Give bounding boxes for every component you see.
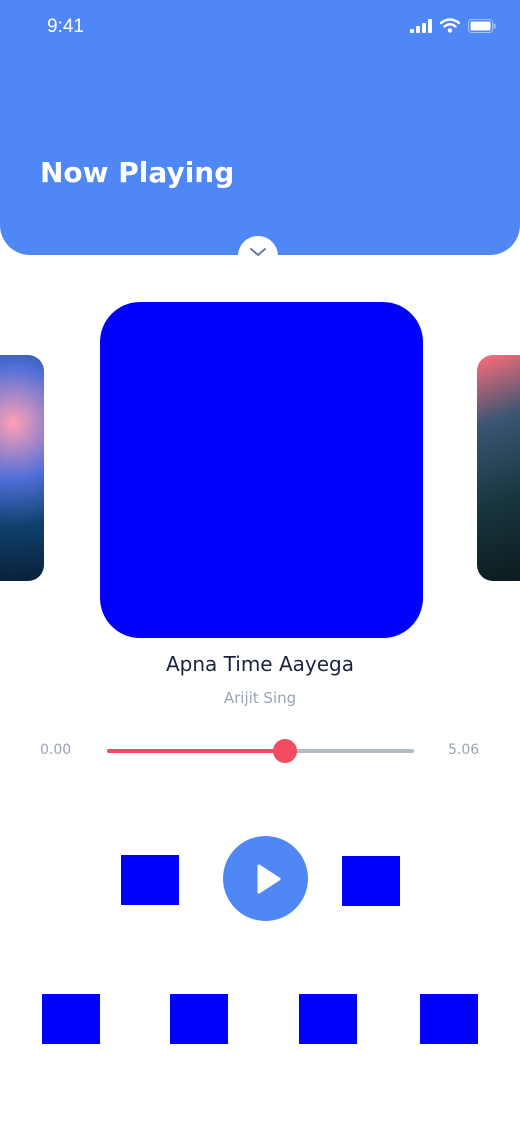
status-bar-time: 9:41 xyxy=(47,16,84,37)
next-album-art[interactable] xyxy=(477,355,520,581)
album-art xyxy=(100,302,423,638)
play-button[interactable] xyxy=(223,836,308,921)
time-elapsed: 0.00 xyxy=(40,742,72,758)
time-total: 5.06 xyxy=(448,742,480,758)
page-title: Now Playing xyxy=(40,156,235,189)
playlist-button[interactable] xyxy=(420,994,478,1044)
progress-fill xyxy=(107,749,286,753)
progress-slider[interactable] xyxy=(107,739,414,763)
song-title: Apna Time Aayega xyxy=(166,652,354,676)
song-artist: Arijit Sing xyxy=(223,689,297,707)
shuffle-button[interactable] xyxy=(42,994,100,1044)
status-bar-icons xyxy=(410,18,496,33)
play-icon xyxy=(257,864,281,894)
previous-album-art[interactable] xyxy=(0,355,44,581)
next-track-button[interactable] xyxy=(342,856,400,906)
favorite-button[interactable] xyxy=(299,994,357,1044)
battery-icon xyxy=(468,18,496,33)
cellular-signal-icon xyxy=(410,18,432,33)
repeat-button[interactable] xyxy=(170,994,228,1044)
wifi-icon xyxy=(440,18,460,33)
previous-track-button[interactable] xyxy=(121,855,179,905)
progress-thumb[interactable] xyxy=(273,739,298,763)
now-playing-header: 9:41 Now Playing xyxy=(0,0,520,255)
chevron-down-icon[interactable] xyxy=(248,246,268,258)
